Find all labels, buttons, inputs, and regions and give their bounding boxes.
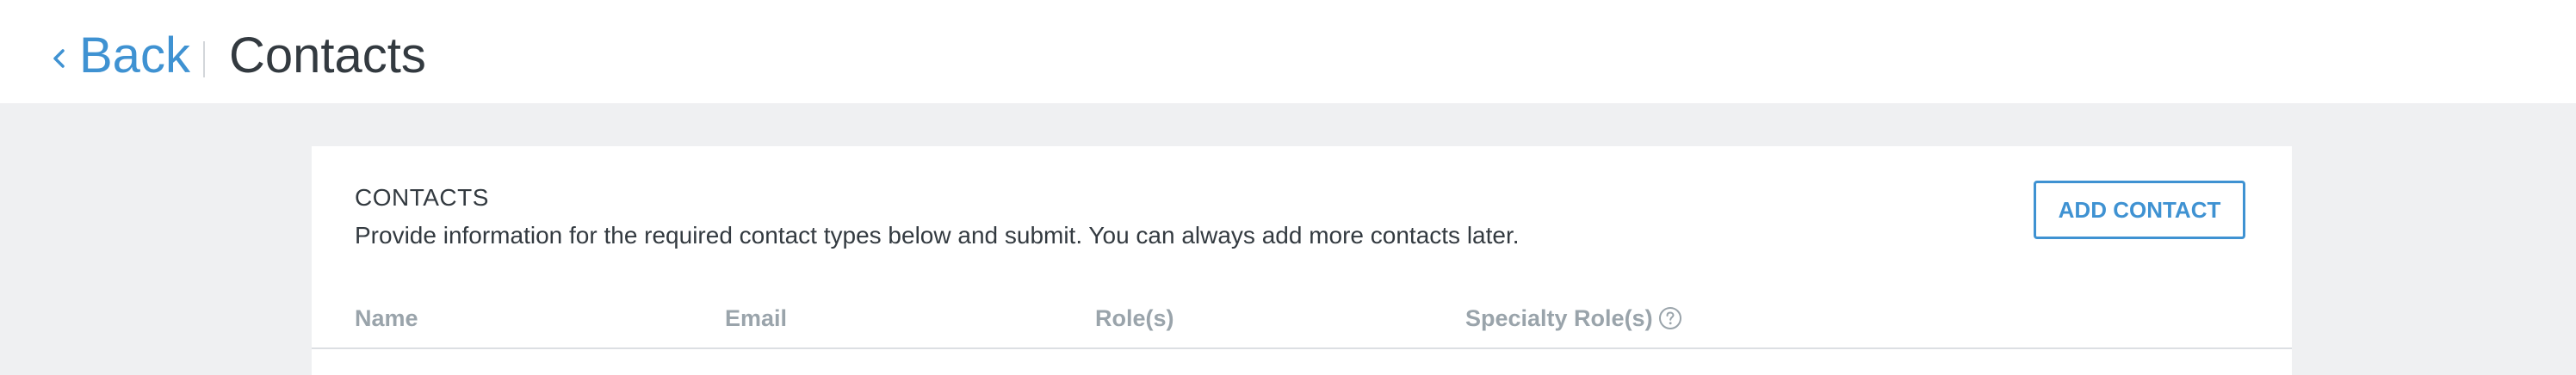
- contacts-card: CONTACTS Provide information for the req…: [312, 146, 2292, 375]
- column-header-label: Role(s): [1095, 305, 1174, 331]
- page-title: Contacts: [229, 28, 426, 83]
- column-header-specialty-roles[interactable]: Specialty Role(s): [1465, 303, 1682, 334]
- help-icon[interactable]: [1658, 306, 1682, 330]
- table-header: Name Email Role(s) Specialty Role(s): [312, 303, 2292, 349]
- chevron-left-icon: [53, 49, 65, 68]
- column-header-name[interactable]: Name: [355, 303, 418, 334]
- section-description: Provide information for the required con…: [355, 222, 1520, 249]
- column-header-label: Specialty Role(s): [1465, 305, 1653, 331]
- back-link[interactable]: Back: [48, 26, 190, 86]
- top-bar: Back Contacts: [0, 0, 2576, 103]
- column-header-email[interactable]: Email: [725, 303, 787, 334]
- back-label: Back: [79, 28, 190, 83]
- column-header-roles[interactable]: Role(s): [1095, 303, 1174, 334]
- column-header-label: Email: [725, 305, 788, 331]
- column-header-label: Name: [355, 305, 418, 331]
- add-contact-button[interactable]: ADD CONTACT: [2034, 181, 2245, 239]
- header-divider: [203, 41, 205, 77]
- section-title: CONTACTS: [355, 184, 489, 211]
